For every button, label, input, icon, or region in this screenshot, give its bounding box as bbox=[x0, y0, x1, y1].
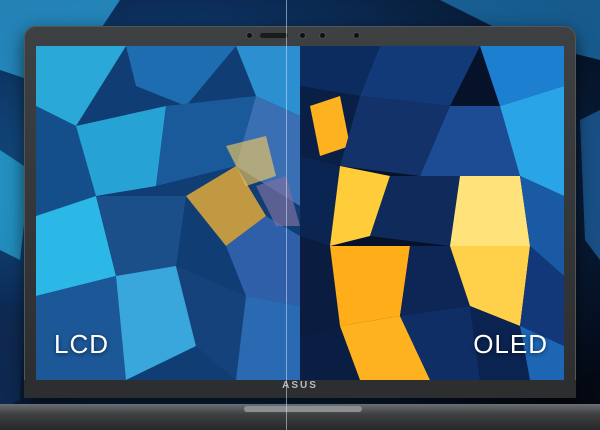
camera-bar bbox=[24, 26, 576, 46]
webcam-icon bbox=[300, 33, 305, 38]
laptop-screen: LCD OLED bbox=[36, 46, 564, 380]
lcd-label: LCD bbox=[54, 329, 110, 359]
brand-logo: ASUS bbox=[282, 380, 318, 391]
ambient-light-sensor-icon bbox=[354, 33, 359, 38]
comparison-stage: LCD OLED ASUS bbox=[0, 0, 600, 430]
camera-sensor-icon bbox=[247, 33, 252, 38]
oled-label: OLED bbox=[473, 329, 548, 359]
ir-sensor-icon bbox=[320, 33, 325, 38]
hinge bbox=[244, 406, 362, 412]
camera-slot-icon bbox=[260, 33, 288, 38]
comparison-divider bbox=[286, 0, 287, 430]
